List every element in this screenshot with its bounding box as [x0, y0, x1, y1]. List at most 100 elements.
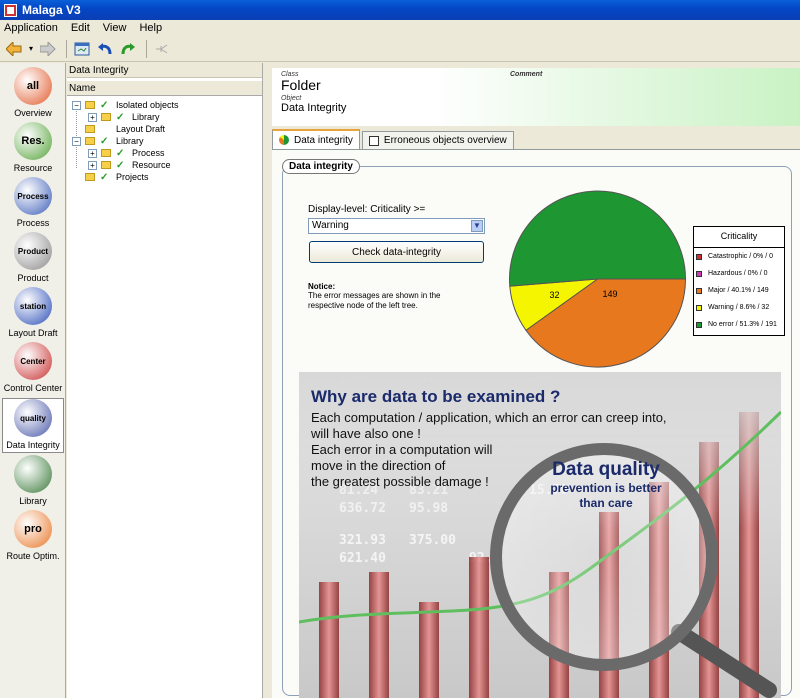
nav-item-overview[interactable]: all Overview [2, 65, 64, 120]
collapse-icon[interactable]: − [72, 100, 81, 110]
collapse-icon[interactable]: − [72, 136, 81, 146]
tree-item[interactable]: ✓ Projects [72, 171, 149, 183]
folder-icon [85, 173, 95, 181]
nav-item-data-integrity[interactable]: quality Data Integrity [2, 398, 64, 453]
process-icon: Process [14, 177, 52, 215]
menu-help[interactable]: Help [139, 22, 162, 34]
tree-item-label: Isolated objects [116, 100, 179, 110]
back-arrow-icon[interactable] [4, 39, 24, 59]
tree-item-label: Projects [116, 172, 149, 182]
pie-chart-icon [279, 135, 289, 145]
legend-swatch [696, 287, 702, 294]
legend-label: Warning / 8.6% / 32 [708, 304, 770, 311]
legend-swatch [696, 253, 702, 260]
menu-bar: Application Edit View Help [0, 20, 800, 36]
nav-item-process[interactable]: Process Process [2, 175, 64, 230]
nav-item-label: Layout Draft [8, 328, 58, 338]
tree-item[interactable]: + ✓ Resource [88, 159, 171, 171]
folder-icon [85, 125, 95, 133]
tab-data-integrity[interactable]: Data integrity [272, 129, 360, 149]
menu-edit[interactable]: Edit [71, 22, 90, 34]
pie-data-label: 149 [603, 289, 618, 299]
folder-icon [101, 161, 111, 169]
folder-icon [101, 113, 111, 121]
nav-item-library[interactable]: Library [2, 453, 64, 508]
class-value: Folder [281, 77, 321, 93]
undo-icon[interactable] [95, 39, 115, 59]
legend-swatch [696, 270, 702, 277]
checkmark-icon: ✓ [116, 147, 125, 159]
criticality-select[interactable]: Warning ▼ [308, 218, 485, 234]
comment-label: Comment [510, 71, 543, 78]
tree-item-label: Process [132, 148, 165, 158]
module-navigation: all Overview Res. Resource Process Process Pro… [0, 63, 66, 698]
folder-icon [85, 137, 95, 145]
content-panel: Class Folder Object Data Integrity Comme… [272, 68, 800, 698]
forward-arrow-icon[interactable] [38, 39, 58, 59]
tree-item-label: Layout Draft [116, 124, 166, 134]
expand-icon[interactable]: + [88, 160, 97, 170]
tree-panel-title: Data Integrity [67, 63, 262, 78]
menu-application[interactable]: Application [4, 22, 58, 34]
expand-icon[interactable]: + [88, 112, 97, 122]
nav-item-product[interactable]: Product Product [2, 230, 64, 285]
route-optim-icon: pro [14, 510, 52, 548]
banner-body-line: will have also one ! [310, 426, 421, 441]
folder-icon [85, 101, 95, 109]
banner-body-line: move in the direction of [311, 458, 446, 473]
tree-column-header[interactable]: Name [67, 81, 262, 96]
banner-body-line: the greatest possible damage ! [311, 474, 489, 489]
tree-item[interactable]: + ✓ Process [88, 147, 165, 159]
toolbar-separator [66, 39, 67, 58]
tree-item[interactable]: Layout Draft [72, 123, 165, 135]
object-header: Class Folder Object Data Integrity Comme… [272, 68, 800, 126]
nav-item-route-optim[interactable]: pro Route Optim. [2, 508, 64, 563]
legend-label: Hazardous / 0% / 0 [708, 270, 768, 277]
toolbar-separator [146, 39, 147, 58]
nav-item-resource[interactable]: Res. Resource [2, 120, 64, 175]
nav-item-label: Overview [14, 108, 52, 118]
quality-subtitle: prevention is better [550, 481, 662, 495]
banner-body-line: Each computation / application, which an… [311, 410, 667, 425]
menu-view[interactable]: View [103, 22, 127, 34]
tree-item-label: Resource [132, 160, 171, 170]
tree-panel: Data Integrity Name − ✓ Isolated objects + ✓… [67, 63, 263, 698]
pie-slice-no-error [509, 190, 687, 287]
object-label: Object [281, 95, 302, 102]
tree-item-label: Library [132, 112, 160, 122]
tab-panel: Display-level: Criticality >= Warning ▼ … [272, 149, 800, 698]
nav-item-label: Control Center [3, 383, 63, 393]
tab-bar: Data integrity Erroneous objects overvie… [272, 129, 516, 149]
checkmark-icon: ✓ [100, 171, 109, 183]
tab-label: Data integrity [294, 134, 353, 146]
expand-icon[interactable]: + [88, 148, 97, 158]
library-icon [14, 455, 52, 493]
tab-label: Erroneous objects overview [383, 135, 507, 146]
legend-entry: Warning / 8.6% / 32 [694, 299, 784, 316]
nav-item-label: Library [19, 496, 47, 506]
window-icon[interactable] [72, 39, 92, 59]
banner-graphic: 1006.532.7781.24636.72321.93621.4092.337… [299, 372, 781, 698]
redo-icon[interactable] [118, 39, 138, 59]
criticality-pie-chart: 149 32 [506, 189, 689, 369]
dropdown-arrow-icon[interactable]: ▾ [27, 39, 35, 59]
select-value: Warning [312, 220, 349, 231]
tab-erroneous-objects[interactable]: Erroneous objects overview [361, 131, 514, 149]
legend-swatch [696, 304, 702, 311]
chart-legend: Criticality Catastrophic / 0% / 0 Hazardo… [693, 226, 785, 336]
group-title: Data integrity [282, 159, 360, 174]
nav-item-layout-draft[interactable]: station Layout Draft [2, 285, 64, 340]
display-level-label: Display-level: Criticality >= [308, 204, 426, 215]
legend-entry: Major / 40.1% / 149 [694, 282, 784, 299]
legend-entry: Hazardous / 0% / 0 [694, 265, 784, 282]
tree-item[interactable]: − ✓ Library [72, 135, 144, 147]
chevron-down-icon[interactable]: ▼ [471, 220, 483, 232]
quality-subtitle: than care [579, 496, 633, 510]
pie-data-label: 32 [550, 290, 560, 300]
banner-body-line: Each error in a computation will [311, 442, 492, 457]
check-data-integrity-button[interactable]: Check data-integrity [309, 241, 484, 263]
nav-item-control-center[interactable]: Center Control Center [2, 340, 64, 395]
tree-item[interactable]: − ✓ Isolated objects [72, 99, 179, 111]
tree-item[interactable]: + ✓ Library [88, 111, 160, 123]
disabled-tool-icon[interactable] [152, 39, 172, 59]
